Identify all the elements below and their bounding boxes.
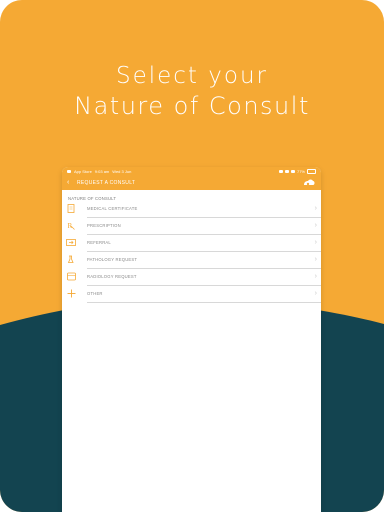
list-item-label: PATHOLOGY REQUEST	[87, 251, 321, 269]
referral-icon	[66, 238, 76, 248]
pathology-icon	[66, 255, 76, 265]
status-bar: App Store 9:03 am Wed 3 Jun 77%	[62, 167, 321, 176]
chevron-right-icon: ›	[314, 222, 317, 229]
radiology-icon	[66, 272, 76, 282]
battery-icon	[307, 169, 316, 174]
status-app-store: App Store	[74, 169, 92, 174]
location-icon	[278, 170, 283, 173]
status-time: 9:03 am	[94, 169, 110, 174]
rx-icon: R	[66, 221, 76, 231]
nav-title: REQUEST A CONSULT	[77, 180, 136, 186]
brand-logo-icon	[304, 179, 315, 186]
plus-icon	[66, 289, 76, 299]
section-label: NATURE OF CONSULT	[68, 196, 117, 201]
status-date: Wed 3 Jun	[112, 169, 132, 174]
battery-percent: 77%	[296, 169, 305, 174]
promo-card: Select your Nature of Consult App Store …	[0, 0, 384, 512]
chevron-right-icon: ›	[314, 239, 317, 246]
list-item-prescription[interactable]: R PRESCRIPTION ›	[62, 217, 321, 235]
list-item-medical-certificate[interactable]: MEDICAL CERTIFICATE ›	[62, 200, 321, 218]
chevron-right-icon: ›	[314, 290, 317, 297]
list-item-label: REFERRAL	[87, 234, 321, 252]
list-item-label: OTHER	[87, 285, 321, 303]
list-item-pathology-request[interactable]: PATHOLOGY REQUEST ›	[62, 251, 321, 269]
chevron-right-icon: ›	[314, 273, 317, 280]
consult-list: MEDICAL CERTIFICATE › R PRESCRIPTION › R…	[62, 200, 321, 303]
chevron-right-icon: ›	[314, 256, 317, 263]
certificate-icon	[66, 204, 76, 214]
alarm-icon	[290, 170, 295, 173]
chevron-left-icon[interactable]: ‹	[67, 176, 75, 190]
svg-text:R: R	[68, 222, 73, 230]
list-item-other[interactable]: OTHER ›	[62, 285, 321, 303]
list-item-radiology-request[interactable]: RADIOLOGY REQUEST ›	[62, 268, 321, 286]
tablet-screen: App Store 9:03 am Wed 3 Jun 77% ‹ REQUES…	[62, 167, 321, 512]
nav-bar: ‹ REQUEST A CONSULT	[62, 176, 321, 190]
headline-line-1: Select your	[116, 63, 268, 89]
list-item-label: MEDICAL CERTIFICATE	[87, 200, 321, 218]
wifi-icon	[284, 170, 289, 173]
chevron-right-icon: ›	[314, 205, 317, 212]
app-store-icon	[67, 170, 71, 173]
list-item-label: PRESCRIPTION	[87, 217, 321, 235]
list-item-label: RADIOLOGY REQUEST	[87, 268, 321, 286]
list-item-referral[interactable]: REFERRAL ›	[62, 234, 321, 252]
headline-line-2: Nature of Consult	[74, 92, 310, 120]
